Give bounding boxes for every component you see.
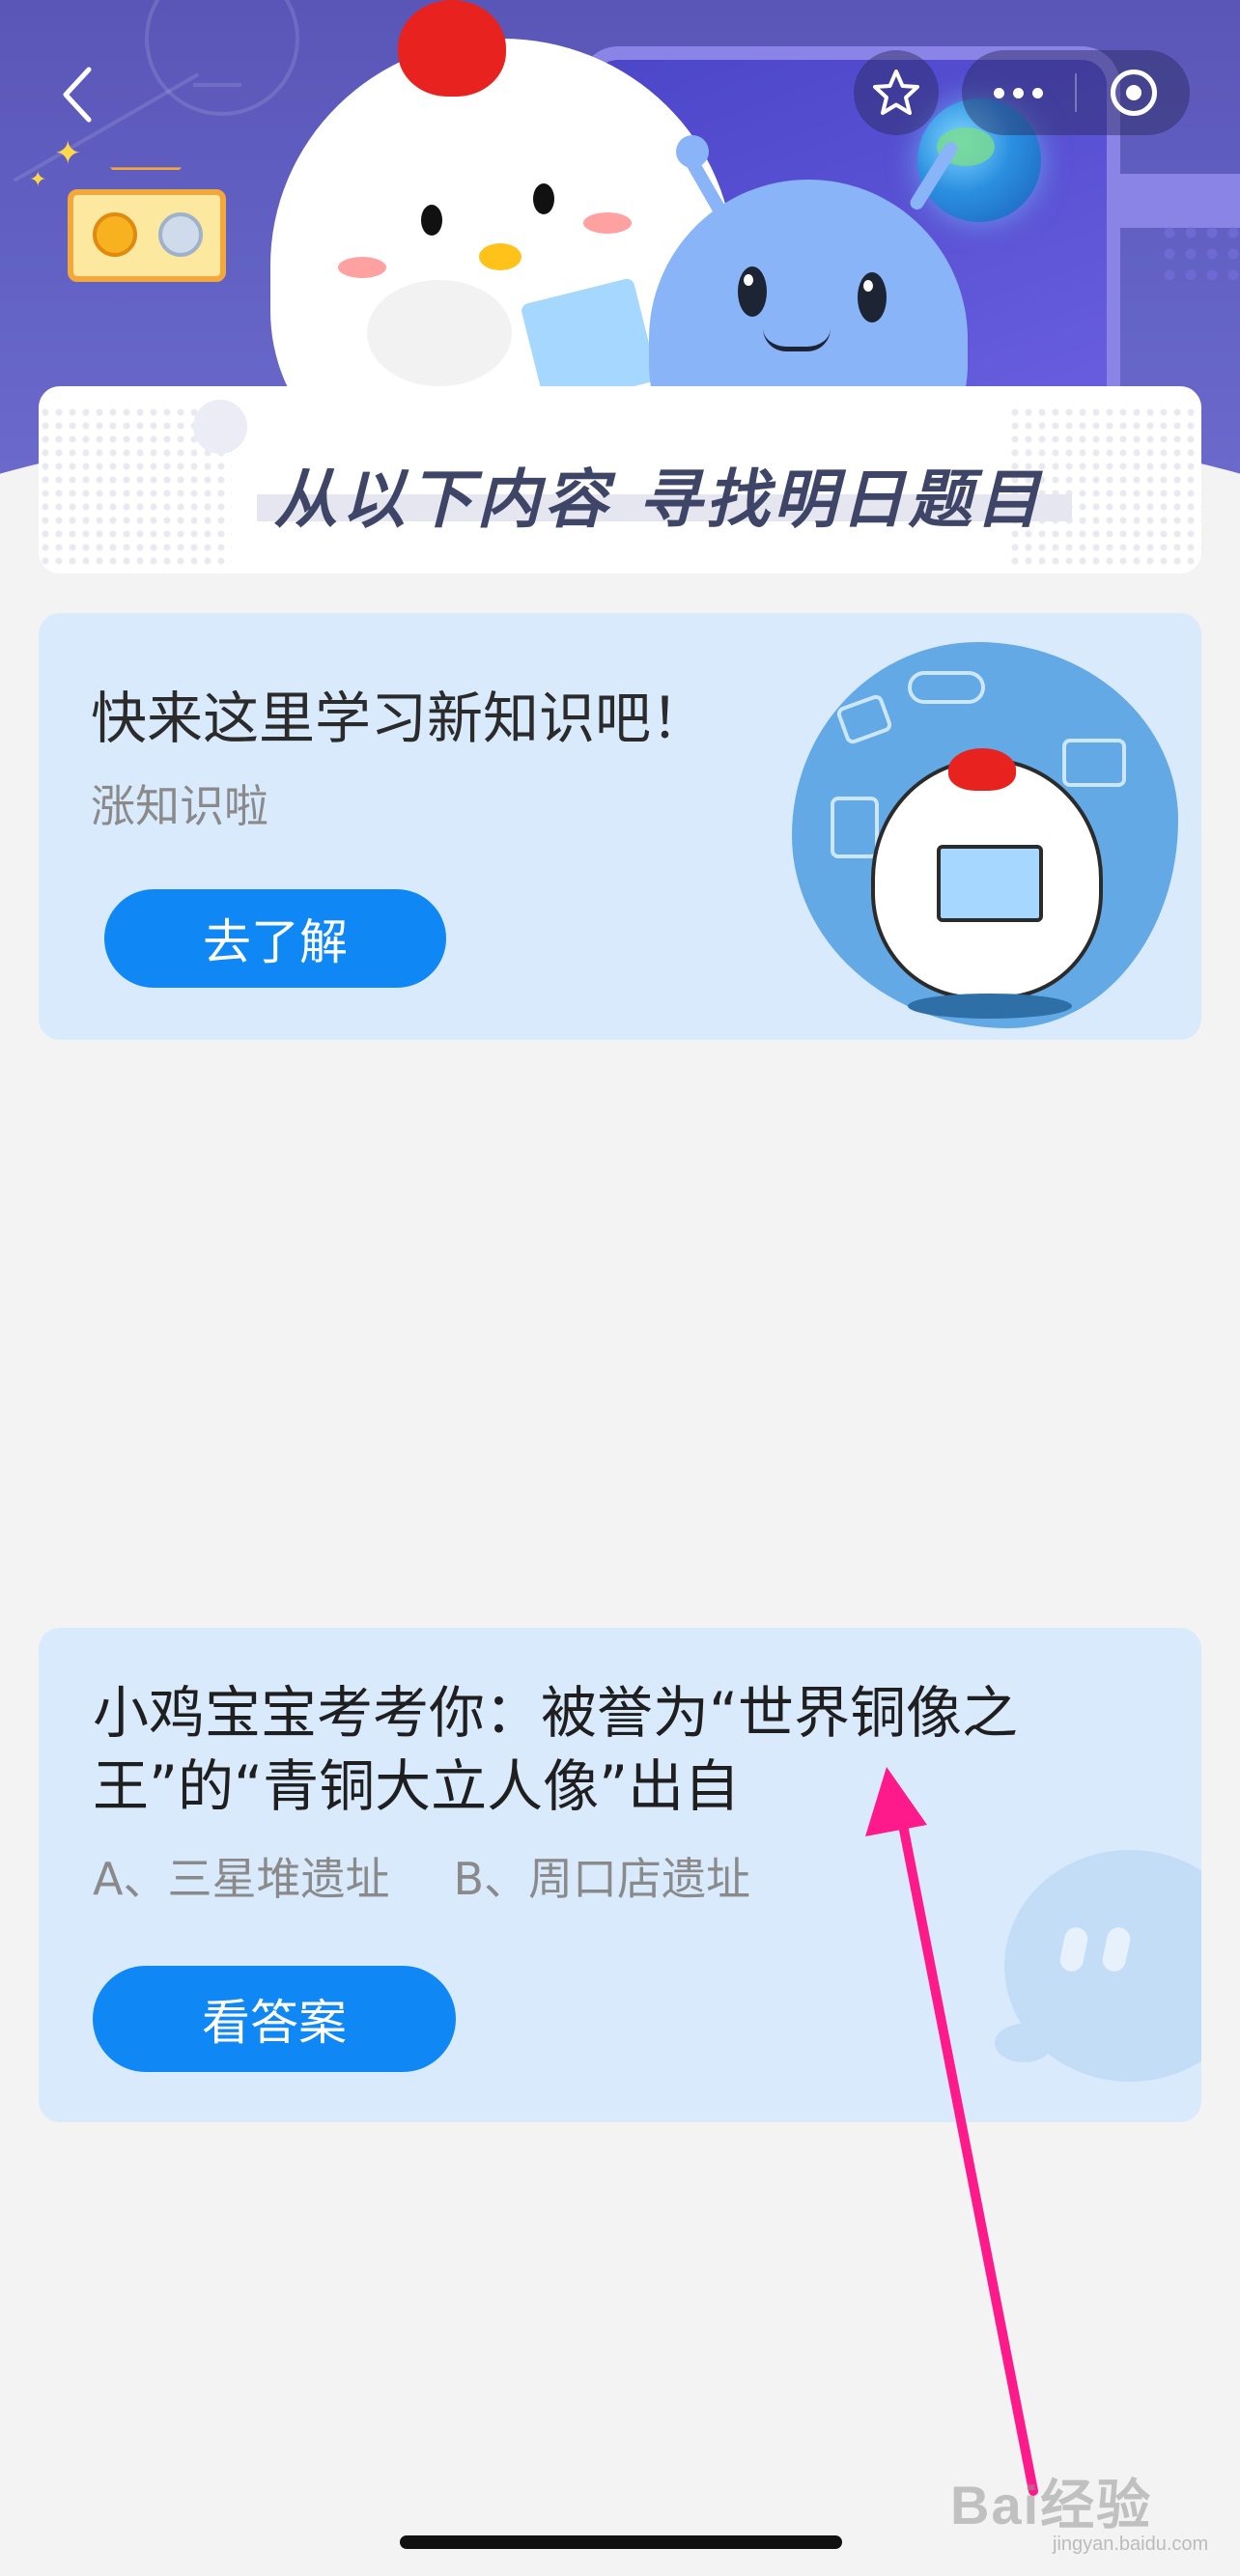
silver-medal-icon xyxy=(158,212,203,257)
learn-card-title: 快来这里学习新知识吧！ xyxy=(91,686,708,751)
more-dots-icon xyxy=(994,87,1043,98)
alien-eye xyxy=(738,266,767,317)
quiz-option-b: B、周口店遗址 xyxy=(453,1853,751,1905)
baidu-jingyan-watermark: Bai经验 xyxy=(950,2475,1153,2535)
decor-circle xyxy=(145,0,299,116)
chicken-comb xyxy=(948,748,1016,791)
sparkle-icon: ✦ xyxy=(54,134,82,173)
screen-tab xyxy=(1120,174,1240,228)
chicken-cheek xyxy=(338,257,386,278)
document-icon xyxy=(831,797,879,858)
book-illustration xyxy=(937,845,1043,922)
favorite-button[interactable] xyxy=(854,50,939,135)
chicken-comb xyxy=(398,0,506,97)
glasses-icon xyxy=(908,671,985,704)
target-circle-icon xyxy=(1110,70,1157,116)
back-button[interactable] xyxy=(48,60,106,129)
chat-bubble-tail xyxy=(995,2024,1053,2062)
chicken-hand xyxy=(367,280,512,386)
quiz-options: A、三星堆遗址 B、周口店遗址 xyxy=(93,1844,750,1908)
quiz-question: 小鸡宝宝考考你：被誉为“世界铜像之王”的“青铜大立人像”出自 xyxy=(93,1680,1019,1819)
alien-eye xyxy=(858,272,887,322)
lightbulb-screen-icon xyxy=(1062,739,1126,787)
learn-card[interactable]: 快来这里学习新知识吧！ 涨知识啦 去了解 xyxy=(39,613,1201,1040)
gold-medal-icon xyxy=(93,212,137,257)
sparkle-icon: ✦ xyxy=(29,168,47,192)
chicken-eye xyxy=(421,205,442,236)
title-banner: 从以下内容 寻找明日题目 xyxy=(39,386,1201,574)
decor-bubble xyxy=(193,400,247,454)
learn-card-subtitle: 涨知识啦 xyxy=(91,780,268,832)
decor-line xyxy=(193,83,241,87)
chicken-cheek xyxy=(583,212,632,234)
view-answer-button[interactable]: 看答案 xyxy=(93,1966,456,2072)
chicken-eye xyxy=(533,183,554,214)
more-button[interactable] xyxy=(962,50,1075,135)
banner-title: 从以下内容 寻找明日题目 xyxy=(273,462,1044,537)
shadow xyxy=(908,994,1072,1019)
decor-dots xyxy=(1159,222,1240,280)
mini-program-capsule xyxy=(962,50,1190,135)
quiz-option-a: A、三星堆遗址 xyxy=(93,1853,390,1905)
home-indicator[interactable] xyxy=(400,2535,842,2549)
star-icon xyxy=(873,70,919,115)
learn-more-button[interactable]: 去了解 xyxy=(104,889,446,988)
quiz-card: 小鸡宝宝考考你：被誉为“世界铜像之王”的“青铜大立人像”出自 A、三星堆遗址 B… xyxy=(39,1628,1201,2122)
page: ✦ ✦ 从以下内容 寻找明日题目 快来这里学习新知识吧！ 涨知识啦 去了解 小鸡… xyxy=(0,0,1240,2576)
alien-antenna-tip xyxy=(676,135,709,168)
watermark-url: jingyan.baidu.com xyxy=(1053,2534,1209,2555)
chicken-beak xyxy=(479,243,521,270)
close-button[interactable] xyxy=(1077,50,1190,135)
chevron-left-icon xyxy=(63,67,92,123)
